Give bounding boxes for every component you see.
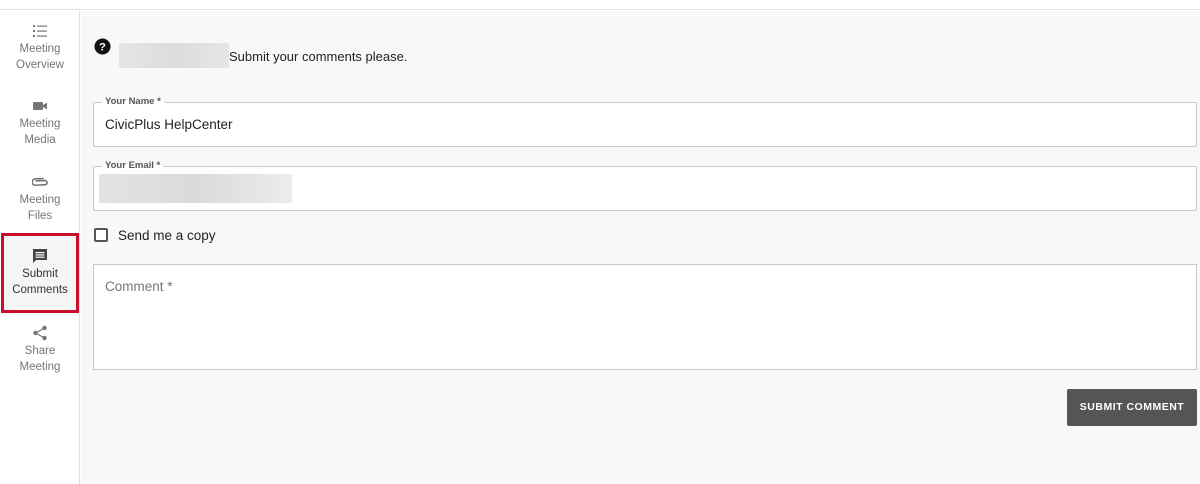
svg-text:?: ?	[99, 41, 106, 53]
sidebar-item-label: Meeting	[19, 194, 61, 206]
top-border	[0, 0, 1200, 10]
sidebar-item-label: Meeting	[19, 361, 61, 373]
redacted-email	[99, 174, 292, 203]
sidebar: Meeting Overview Meeting Media Meeting F…	[0, 11, 80, 484]
sidebar-item-submit-comments[interactable]: Submit Comments	[1, 233, 79, 313]
paperclip-icon	[32, 177, 48, 187]
sidebar-item-meeting-media[interactable]: Meeting Media	[0, 98, 80, 148]
share-icon	[33, 325, 47, 341]
sidebar-item-label: Meeting	[19, 118, 61, 130]
comment-form-panel: ? Submit your comments please. Your Name…	[81, 11, 1200, 484]
sidebar-item-meeting-files[interactable]: Meeting Files	[0, 174, 80, 224]
sidebar-item-meeting-overview[interactable]: Meeting Overview	[0, 23, 80, 73]
name-field-value: CivicPlus HelpCenter	[105, 117, 233, 132]
comment-placeholder: Comment *	[105, 279, 173, 294]
sidebar-item-share-meeting[interactable]: Share Meeting	[0, 325, 80, 375]
submit-comment-button[interactable]: SUBMIT COMMENT	[1067, 389, 1197, 426]
comment-textarea[interactable]: Comment *	[93, 264, 1197, 370]
redacted-name	[119, 43, 229, 68]
sidebar-item-label: Meeting	[19, 43, 61, 55]
name-field[interactable]: Your Name * CivicPlus HelpCenter	[93, 96, 1197, 147]
send-copy-checkbox[interactable]	[94, 228, 108, 242]
sidebar-item-label: Submit	[22, 268, 58, 280]
send-copy-label: Send me a copy	[118, 228, 216, 243]
sidebar-item-label: Media	[24, 134, 56, 146]
email-field[interactable]: Your Email *	[93, 160, 1197, 211]
sidebar-item-label: Files	[27, 210, 53, 222]
email-field-label: Your Email *	[102, 160, 164, 171]
sidebar-item-label: Share	[24, 345, 56, 357]
name-field-label: Your Name *	[102, 96, 164, 107]
sidebar-item-label: Comments	[12, 284, 68, 296]
sidebar-item-label: Overview	[16, 59, 64, 71]
help-icon[interactable]: ?	[94, 38, 111, 55]
list-icon	[33, 25, 47, 37]
intro-text: Submit your comments please.	[229, 49, 408, 64]
comment-icon	[33, 249, 47, 263]
video-camera-icon	[33, 102, 47, 110]
